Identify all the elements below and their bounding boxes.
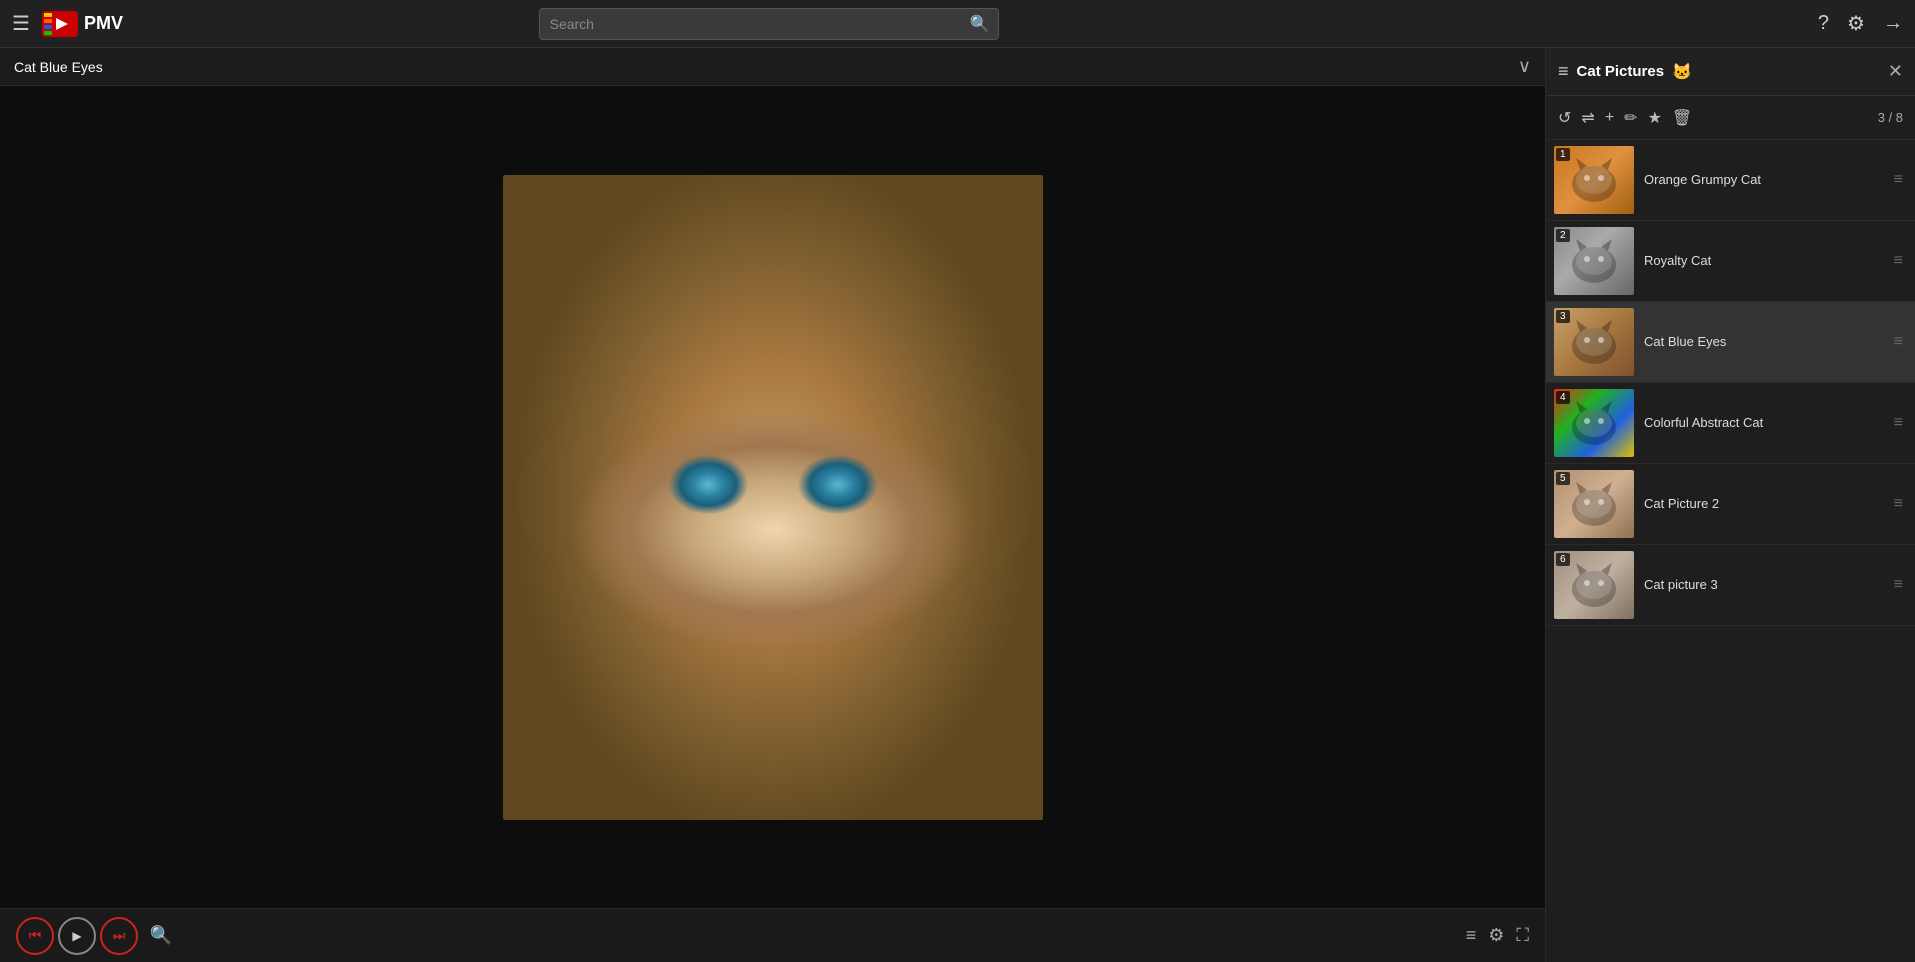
- favorite-icon[interactable]: ★: [1648, 108, 1662, 128]
- list-bottom-icon[interactable]: ≡: [1466, 925, 1477, 946]
- item-number-thumb: 3: [1554, 308, 1634, 376]
- item-title: Cat Blue Eyes: [1644, 334, 1726, 349]
- next-icon: ⏭: [113, 927, 126, 944]
- viewer-canvas: [0, 86, 1545, 908]
- panel-close-button[interactable]: ✕: [1888, 61, 1903, 82]
- prev-button[interactable]: ⏮: [16, 917, 54, 955]
- item-number: 5: [1556, 472, 1570, 485]
- panel-list-icon: ≡: [1558, 61, 1569, 82]
- logo-icon: [42, 11, 78, 37]
- item-number: 1: [1556, 148, 1570, 161]
- topbar: ☰ PMV 🔍 ? ⚙ →: [0, 0, 1915, 48]
- item-number: 6: [1556, 553, 1570, 566]
- item-number: 2: [1556, 229, 1570, 242]
- playlist: 1 Orange Grumpy Cat ≡ 2: [1546, 140, 1915, 962]
- item-number: 3: [1556, 310, 1570, 323]
- item-info: Colorful Abstract Cat: [1644, 414, 1880, 432]
- playback-controls: ⏮ ▶ ⏭ 🔍: [16, 917, 180, 955]
- delete-icon[interactable]: 🗑: [1672, 108, 1692, 128]
- viewer-right-controls: ≡ ⚙ ⛶: [1466, 925, 1529, 946]
- cat-image: [503, 175, 1043, 820]
- menu-button[interactable]: ☰: [12, 11, 30, 36]
- playlist-item[interactable]: 1 Orange Grumpy Cat ≡: [1546, 140, 1915, 221]
- shuffle-icon[interactable]: ⇌: [1581, 108, 1594, 128]
- refresh-icon[interactable]: ↺: [1558, 108, 1571, 128]
- search-button[interactable]: 🔍: [962, 8, 999, 40]
- item-number-thumb: 6: [1554, 551, 1634, 619]
- item-menu-icon[interactable]: ≡: [1890, 572, 1907, 598]
- logo-text: PMV: [84, 13, 123, 34]
- panel-header: ≡ Cat Pictures 🐱 ✕: [1546, 48, 1915, 96]
- fullscreen-icon[interactable]: ⛶: [1516, 925, 1529, 946]
- expand-icon[interactable]: ∨: [1518, 56, 1531, 77]
- item-number-thumb: 2: [1554, 227, 1634, 295]
- right-panel: ≡ Cat Pictures 🐱 ✕ ↺ ⇌ + ✏ ★ 🗑 3 / 8: [1545, 48, 1915, 962]
- item-number-thumb: 5: [1554, 470, 1634, 538]
- topbar-right-icons: ? ⚙ →: [1818, 11, 1903, 36]
- search-input[interactable]: [539, 8, 962, 40]
- help-icon[interactable]: ?: [1818, 12, 1829, 35]
- item-info: Cat Blue Eyes: [1644, 333, 1880, 351]
- play-button[interactable]: ▶: [58, 917, 96, 955]
- panel-toolbar: ↺ ⇌ + ✏ ★ 🗑 3 / 8: [1546, 96, 1915, 140]
- playlist-item[interactable]: 3 Cat Blue Eyes ≡: [1546, 302, 1915, 383]
- item-info: Cat picture 3: [1644, 576, 1880, 594]
- cat-image-container: [503, 175, 1043, 820]
- item-number-thumb: 4: [1554, 389, 1634, 457]
- playlist-item[interactable]: 5 Cat Picture 2 ≡: [1546, 464, 1915, 545]
- edit-icon[interactable]: ✏: [1624, 108, 1637, 128]
- search-container: 🔍: [539, 8, 999, 40]
- play-icon: ▶: [72, 929, 81, 943]
- item-info: Cat Picture 2: [1644, 495, 1880, 513]
- item-menu-icon[interactable]: ≡: [1890, 329, 1907, 355]
- item-title: Cat picture 3: [1644, 577, 1718, 592]
- search-icon: 🔍: [970, 14, 990, 34]
- next-button[interactable]: ⏭: [100, 917, 138, 955]
- add-icon[interactable]: +: [1605, 109, 1614, 127]
- item-title: Colorful Abstract Cat: [1644, 415, 1763, 430]
- main-content: Cat Blue Eyes ∨ ⏮ ▶ ⏭ 🔍: [0, 48, 1915, 962]
- prev-icon: ⏮: [29, 927, 42, 944]
- item-menu-icon[interactable]: ≡: [1890, 491, 1907, 517]
- item-menu-icon[interactable]: ≡: [1890, 167, 1907, 193]
- panel-toolbar-icons: ↺ ⇌ + ✏ ★ 🗑: [1558, 108, 1692, 128]
- panel-count: 3 / 8: [1878, 110, 1903, 125]
- viewer-controls: ⏮ ▶ ⏭ 🔍 ≡ ⚙ ⛶: [0, 908, 1545, 962]
- viewer-titlebar: Cat Blue Eyes ∨: [0, 48, 1545, 86]
- item-number: 4: [1556, 391, 1570, 404]
- playlist-item[interactable]: 2 Royalty Cat ≡: [1546, 221, 1915, 302]
- playlist-item[interactable]: 6 Cat picture 3 ≡: [1546, 545, 1915, 626]
- playlist-item[interactable]: 4 Colorful Abstract Cat ≡: [1546, 383, 1915, 464]
- item-title: Royalty Cat: [1644, 253, 1711, 268]
- item-number-thumb: 1: [1554, 146, 1634, 214]
- viewer-area: Cat Blue Eyes ∨ ⏮ ▶ ⏭ 🔍: [0, 48, 1545, 962]
- panel-title: Cat Pictures: [1577, 63, 1665, 80]
- item-title: Cat Picture 2: [1644, 496, 1719, 511]
- search-ctrl-icon: 🔍: [150, 925, 172, 946]
- settings-bottom-icon[interactable]: ⚙: [1488, 925, 1504, 946]
- viewer-title: Cat Blue Eyes: [14, 59, 103, 75]
- item-menu-icon[interactable]: ≡: [1890, 410, 1907, 436]
- item-menu-icon[interactable]: ≡: [1890, 248, 1907, 274]
- item-info: Royalty Cat: [1644, 252, 1880, 270]
- panel-title-area: ≡ Cat Pictures 🐱: [1558, 61, 1692, 82]
- settings-icon[interactable]: ⚙: [1847, 11, 1865, 36]
- search-ctrl-button[interactable]: 🔍: [142, 917, 180, 955]
- item-title: Orange Grumpy Cat: [1644, 172, 1761, 187]
- panel-emoji: 🐱: [1672, 62, 1692, 82]
- item-info: Orange Grumpy Cat: [1644, 171, 1880, 189]
- logout-icon[interactable]: →: [1883, 12, 1903, 35]
- logo-area: PMV: [42, 11, 123, 37]
